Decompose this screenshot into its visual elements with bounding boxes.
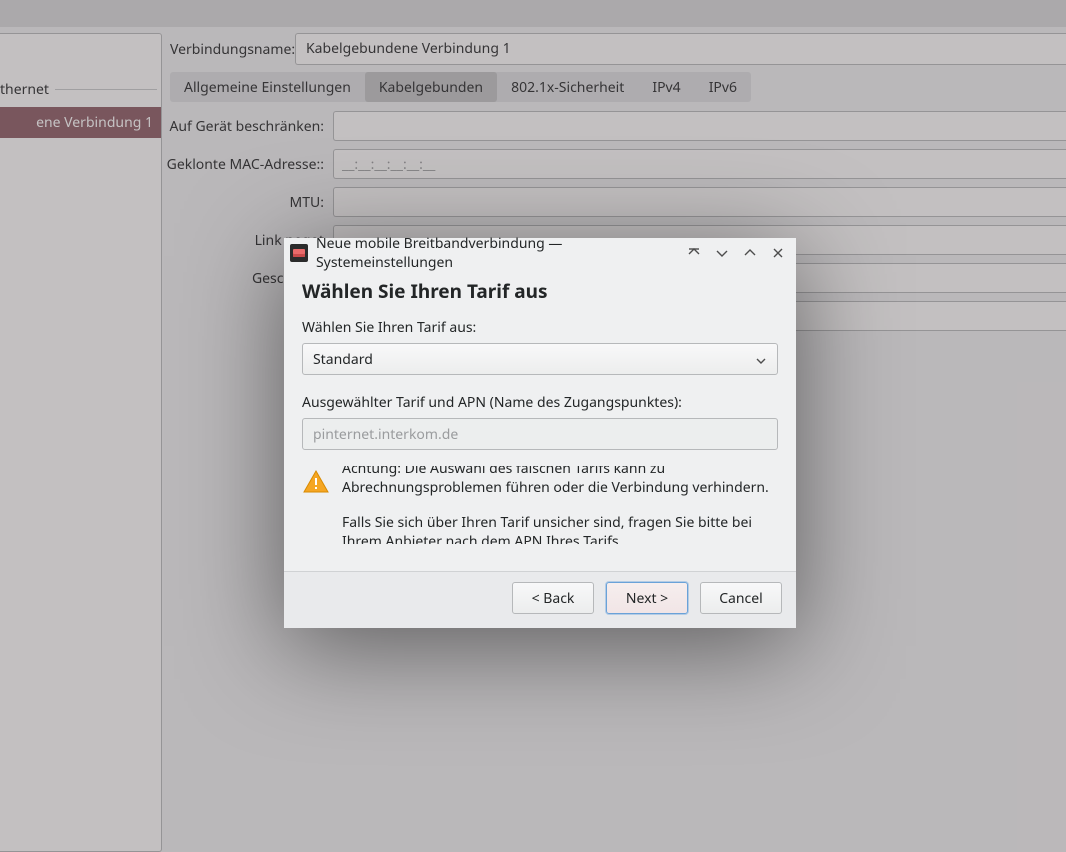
keep-above-icon[interactable] bbox=[684, 243, 704, 263]
broadband-wizard-dialog: Neue mobile Breitbandverbindung — System… bbox=[284, 238, 796, 628]
dialog-titlebar: Neue mobile Breitbandverbindung — System… bbox=[284, 238, 796, 268]
warning-paragraph-1: Achtung: Die Auswahl des falschen Tarifs… bbox=[342, 466, 778, 498]
dialog-body: Wählen Sie Ihren Tarif aus Wählen Sie Ih… bbox=[284, 268, 796, 571]
back-button[interactable]: < Back bbox=[512, 582, 594, 614]
plan-selected-value: Standard bbox=[313, 350, 373, 369]
warning-box: Achtung: Die Auswahl des falschen Tarifs… bbox=[302, 466, 778, 544]
dialog-title: Neue mobile Breitbandverbindung — System… bbox=[316, 234, 676, 272]
maximize-icon[interactable] bbox=[740, 243, 760, 263]
warning-text: Achtung: Die Auswahl des falschen Tarifs… bbox=[342, 466, 778, 544]
plan-label: Wählen Sie Ihren Tarif aus: bbox=[302, 318, 778, 337]
warning-paragraph-2: Falls Sie sich über Ihren Tarif unsicher… bbox=[342, 514, 778, 544]
chevron-down-icon bbox=[755, 353, 767, 372]
next-button[interactable]: Next > bbox=[606, 582, 688, 614]
dialog-heading: Wählen Sie Ihren Tarif aus bbox=[302, 278, 778, 304]
warning-icon bbox=[302, 468, 330, 496]
settings-app-icon bbox=[290, 244, 308, 262]
dialog-footer: < Back Next > Cancel bbox=[284, 572, 796, 628]
apn-input[interactable]: pinternet.interkom.de bbox=[302, 418, 778, 450]
close-icon[interactable] bbox=[768, 243, 788, 263]
minimize-icon[interactable] bbox=[712, 243, 732, 263]
cancel-button[interactable]: Cancel bbox=[700, 582, 782, 614]
apn-label: Ausgewählter Tarif und APN (Name des Zug… bbox=[302, 393, 778, 412]
plan-combobox[interactable]: Standard bbox=[302, 343, 778, 375]
